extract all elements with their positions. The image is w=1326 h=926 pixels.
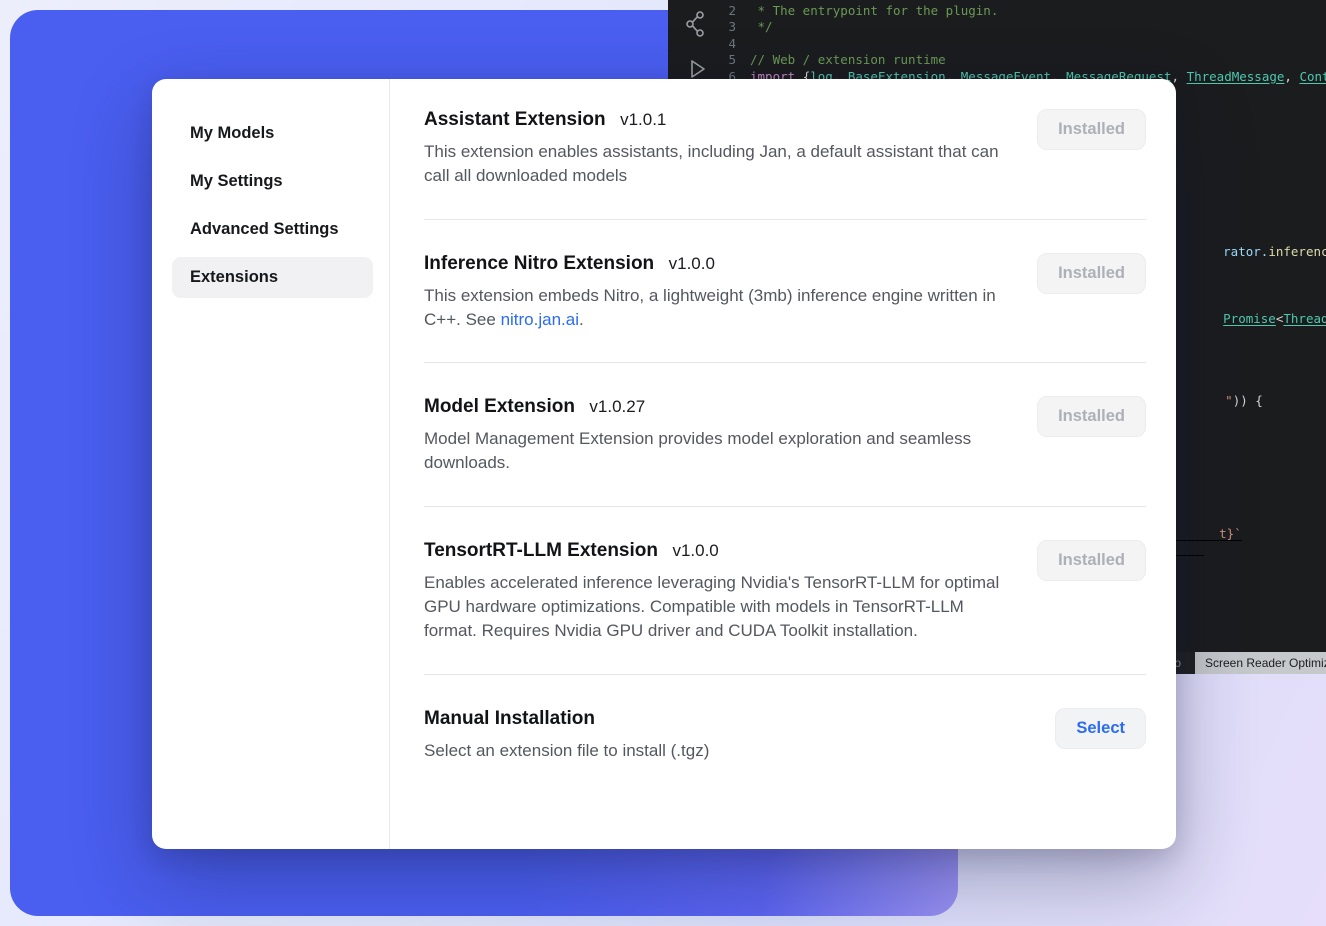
extension-title: Model Extension [424, 396, 575, 417]
code-line: 5 // Web / extension runtime [716, 52, 1326, 69]
line-number: 2 [716, 3, 736, 18]
divider [424, 219, 1146, 220]
code-line: 4 [716, 35, 1326, 52]
extension-title: Assistant Extension [424, 109, 606, 130]
settings-sidebar: My Models My Settings Advanced Settings … [152, 79, 390, 849]
extensions-panel: Assistant Extension v1.0.1 This extensio… [390, 79, 1176, 849]
line-number: 4 [716, 36, 736, 51]
nitro-jan-ai-link[interactable]: nitro.jan.ai [501, 310, 579, 329]
installed-button[interactable]: Installed [1037, 540, 1146, 581]
extension-title-line: Manual Installation [424, 708, 709, 730]
extension-row-nitro: Inference Nitro Extension v1.0.0 This ex… [424, 253, 1146, 333]
settings-modal: My Models My Settings Advanced Settings … [152, 79, 1176, 849]
extension-row-tensorrt: TensortRT-LLM Extension v1.0.0 Enables a… [424, 540, 1146, 644]
divider [424, 506, 1146, 507]
divider [424, 362, 1146, 363]
code-fragment: rator.inference(data)); [1178, 229, 1326, 274]
extension-title-line: Model Extension v1.0.27 [424, 396, 1009, 418]
manual-installation-title: Manual Installation [424, 708, 595, 729]
extension-description: This extension embeds Nitro, a lightweig… [424, 284, 1009, 333]
extension-info: Manual Installation Select an extension … [424, 708, 709, 763]
code-fragment: Promise<ThreadMessage> [1178, 296, 1326, 341]
code-fragment: ")) { [1180, 378, 1263, 423]
manual-installation-description: Select an extension file to install (.tg… [424, 739, 709, 763]
screen-reader-status-chip[interactable]: Screen Reader Optimize [1195, 652, 1326, 674]
extension-title-line: Inference Nitro Extension v1.0.0 [424, 253, 1009, 275]
installed-button[interactable]: Installed [1037, 396, 1146, 437]
sidebar-item-advanced-settings[interactable]: Advanced Settings [172, 209, 373, 250]
extension-title-line: Assistant Extension v1.0.1 [424, 109, 1009, 131]
extension-description: This extension enables assistants, inclu… [424, 140, 1009, 189]
extension-version: v1.0.0 [669, 254, 715, 273]
code-line: 3 */ [716, 19, 1326, 36]
page-background: 2 * The entrypoint for the plugin. 3 */ … [0, 0, 1326, 926]
extension-description: Enables accelerated inference leveraging… [424, 571, 1009, 644]
description-text: . [579, 310, 584, 329]
manual-installation-row: Manual Installation Select an extension … [424, 708, 1146, 763]
line-number: 5 [716, 52, 736, 67]
extension-description: Model Management Extension provides mode… [424, 427, 1009, 476]
installed-button[interactable]: Installed [1037, 109, 1146, 150]
sidebar-item-extensions[interactable]: Extensions [172, 257, 373, 298]
line-number: 3 [716, 19, 736, 34]
sidebar-item-my-settings[interactable]: My Settings [172, 161, 373, 202]
extension-info: TensortRT-LLM Extension v1.0.0 Enables a… [424, 540, 1009, 644]
code-lines: 2 * The entrypoint for the plugin. 3 */ … [716, 2, 1326, 85]
extension-title: TensortRT-LLM Extension [424, 540, 658, 561]
select-file-button[interactable]: Select [1055, 708, 1146, 749]
sidebar-item-my-models[interactable]: My Models [172, 113, 373, 154]
extension-title-line: TensortRT-LLM Extension v1.0.0 [424, 540, 1009, 562]
editor-activity-bar [676, 10, 716, 82]
extension-info: Assistant Extension v1.0.1 This extensio… [424, 109, 1009, 189]
extension-info: Model Extension v1.0.27 Model Management… [424, 396, 1009, 476]
code-line: 2 * The entrypoint for the plugin. [716, 2, 1326, 19]
extension-row-assistant: Assistant Extension v1.0.1 This extensio… [424, 109, 1146, 189]
extension-version: v1.0.0 [672, 541, 718, 560]
extension-row-model: Model Extension v1.0.27 Model Management… [424, 396, 1146, 476]
extension-info: Inference Nitro Extension v1.0.0 This ex… [424, 253, 1009, 333]
installed-button[interactable]: Installed [1037, 253, 1146, 294]
source-control-branch-icon[interactable] [684, 10, 708, 38]
extension-title: Inference Nitro Extension [424, 253, 654, 274]
extension-version: v1.0.27 [589, 397, 645, 416]
extension-version: v1.0.1 [620, 110, 666, 129]
code-fragment: t}` [1174, 511, 1242, 556]
divider [424, 674, 1146, 675]
